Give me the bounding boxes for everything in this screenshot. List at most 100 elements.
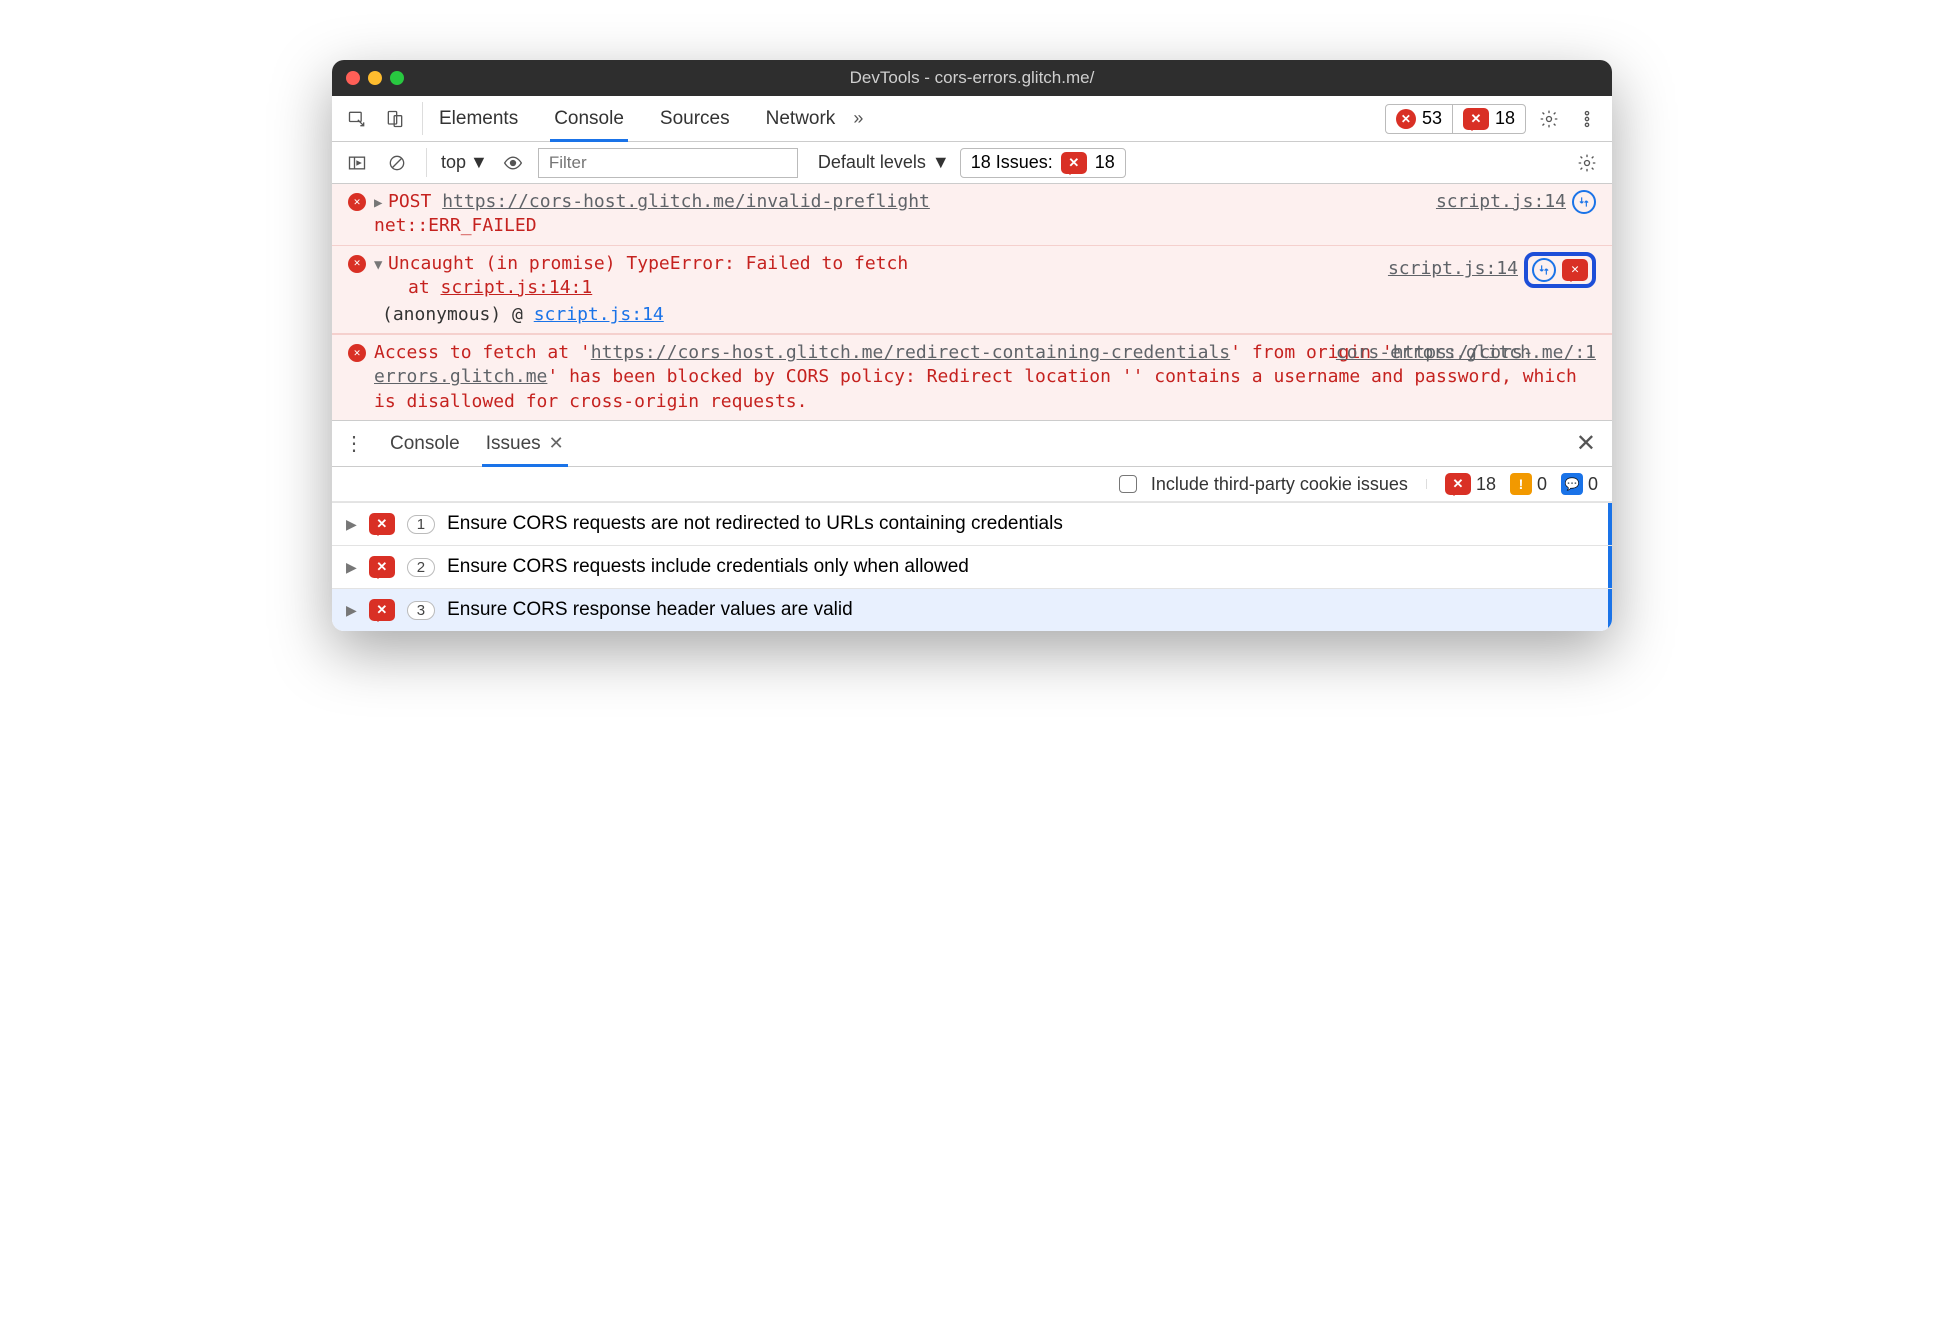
issue-title: Ensure CORS requests include credentials… [447, 556, 969, 578]
more-tabs-button[interactable]: » [847, 108, 869, 129]
stack-link[interactable]: script.js:14:1 [441, 277, 593, 298]
issue-count-value: 0 [1537, 474, 1547, 495]
console-settings-gear-icon[interactable] [1572, 148, 1602, 178]
issue-title: Ensure CORS requests are not redirected … [447, 513, 1063, 535]
toggle-sidebar-icon[interactable] [342, 148, 372, 178]
issue-count-errors[interactable]: 18 [1445, 473, 1496, 495]
device-toolbar-icon[interactable] [380, 104, 410, 134]
console-error-row[interactable]: ▼Uncaught (in promise) TypeError: Failed… [332, 245, 1612, 303]
close-drawer-icon[interactable]: ✕ [1568, 429, 1604, 458]
issue-row[interactable]: ▶ 1 Ensure CORS requests are not redirec… [332, 502, 1612, 545]
issue-count-pill: 2 [407, 558, 435, 577]
highlighted-annotation [1524, 252, 1596, 288]
main-toolbar: Elements Console Sources Network » 53 18 [332, 96, 1612, 142]
error-issue-badges: 53 18 [1385, 104, 1526, 134]
request-url-link[interactable]: https://cors-host.glitch.me/invalid-pref… [442, 191, 930, 212]
settings-gear-icon[interactable] [1534, 104, 1564, 134]
blocked-url-link[interactable]: https://cors-host.glitch.me/redirect-con… [591, 342, 1230, 363]
panel-tabs: Elements Console Sources Network [435, 96, 839, 141]
issue-row[interactable]: ▶ 3 Ensure CORS response header values a… [332, 588, 1612, 631]
log-levels-selector[interactable]: Default levels ▼ [818, 152, 950, 173]
issues-badge[interactable]: 18 [1452, 105, 1525, 133]
divider [1426, 479, 1427, 489]
issue-title: Ensure CORS response header values are v… [447, 599, 853, 621]
issue-icon [369, 513, 395, 535]
issues-list: ▶ 1 Ensure CORS requests are not redirec… [332, 502, 1612, 631]
cors-error-post: ' has been blocked by CORS policy: Redir… [374, 366, 1577, 411]
issues-toolbar: Include third-party cookie issues 18 ! 0… [332, 467, 1612, 502]
issues-summary-label: 18 Issues: [971, 152, 1053, 173]
issue-icon [1463, 108, 1489, 130]
drawer-tab-console[interactable]: Console [386, 421, 464, 466]
source-link[interactable]: script.js:14 [1388, 257, 1518, 281]
source-link[interactable]: script.js:14 [1436, 190, 1566, 214]
error-issue-icon [1445, 473, 1471, 495]
live-expression-eye-icon[interactable] [498, 148, 528, 178]
errors-count: 53 [1422, 108, 1442, 129]
source-link[interactable]: cors-errors.glitch.me/:1 [1336, 341, 1596, 365]
levels-label: Default levels [818, 152, 926, 173]
issues-summary-button[interactable]: 18 Issues: 18 [960, 148, 1126, 178]
clear-console-icon[interactable] [382, 148, 412, 178]
tab-elements[interactable]: Elements [435, 96, 522, 141]
divider [422, 102, 423, 135]
drawer-tabbar: ⋮ Console Issues ✕ ✕ [332, 421, 1612, 467]
issue-count-warnings[interactable]: ! 0 [1510, 473, 1547, 495]
stack-at: at [408, 277, 441, 298]
issue-count-pill: 1 [407, 515, 435, 534]
drawer-tab-issues[interactable]: Issues ✕ [482, 421, 568, 466]
console-error-row[interactable]: ▶POST https://cors-host.glitch.me/invali… [332, 184, 1612, 245]
issues-summary-count: 18 [1095, 152, 1115, 173]
include-thirdparty-checkbox[interactable] [1119, 475, 1137, 493]
expand-caret-icon[interactable]: ▶ [346, 516, 357, 533]
devtools-window: DevTools - cors-errors.glitch.me/ Elemen… [332, 60, 1612, 631]
console-toolbar: top ▼ Default levels ▼ 18 Issues: 18 [332, 142, 1612, 184]
drawer-tab-label: Console [390, 433, 460, 455]
errors-badge[interactable]: 53 [1386, 105, 1452, 133]
drawer-menu-icon[interactable]: ⋮ [340, 431, 368, 456]
dropdown-caret-icon: ▼ [470, 152, 488, 173]
drawer-tab-label: Issues [486, 433, 541, 455]
error-status: net::ERR_FAILED [374, 215, 537, 236]
error-message: Uncaught (in promise) TypeError: Failed … [388, 253, 908, 274]
error-icon [348, 344, 366, 362]
expand-caret-icon[interactable]: ▶ [346, 602, 357, 619]
filter-input[interactable] [538, 148, 798, 178]
tab-console[interactable]: Console [550, 96, 628, 141]
context-selector[interactable]: top ▼ [441, 152, 488, 173]
tab-sources[interactable]: Sources [656, 96, 734, 141]
error-icon [348, 193, 366, 211]
issue-icon [369, 556, 395, 578]
console-error-row[interactable]: Access to fetch at 'https://cors-host.gl… [332, 334, 1612, 420]
close-tab-icon[interactable]: ✕ [549, 433, 564, 454]
issue-count-value: 0 [1588, 474, 1598, 495]
tab-network[interactable]: Network [762, 96, 840, 141]
titlebar: DevTools - cors-errors.glitch.me/ [332, 60, 1612, 96]
collapse-caret-icon[interactable]: ▼ [374, 256, 386, 275]
warning-issue-icon: ! [1510, 473, 1532, 495]
stack-anonymous: (anonymous) @ [382, 304, 534, 325]
issue-count-value: 18 [1476, 474, 1496, 495]
divider [426, 148, 427, 177]
context-label: top [441, 152, 466, 173]
inspect-element-icon[interactable] [342, 104, 372, 134]
kebab-menu-icon[interactable] [1572, 104, 1602, 134]
error-icon [1396, 109, 1416, 129]
info-issue-icon: 💬 [1561, 473, 1583, 495]
issue-count-info[interactable]: 💬 0 [1561, 473, 1598, 495]
stack-link[interactable]: script.js:14 [534, 304, 664, 325]
expand-caret-icon[interactable]: ▶ [346, 559, 357, 576]
window-title: DevTools - cors-errors.glitch.me/ [332, 68, 1612, 88]
open-issue-icon[interactable] [1562, 259, 1588, 281]
network-request-icon[interactable] [1532, 258, 1556, 282]
network-request-icon[interactable] [1572, 190, 1596, 214]
expand-caret-icon[interactable]: ▶ [374, 194, 386, 213]
error-icon [348, 255, 366, 273]
issue-row[interactable]: ▶ 2 Ensure CORS requests include credent… [332, 545, 1612, 588]
issue-icon [369, 599, 395, 621]
http-method: POST [388, 191, 431, 212]
console-messages: ▶POST https://cors-host.glitch.me/invali… [332, 184, 1612, 421]
stack-frame-row: (anonymous) @ script.js:14 [332, 302, 1612, 334]
issues-count: 18 [1495, 108, 1515, 129]
include-thirdparty-label: Include third-party cookie issues [1151, 474, 1408, 495]
